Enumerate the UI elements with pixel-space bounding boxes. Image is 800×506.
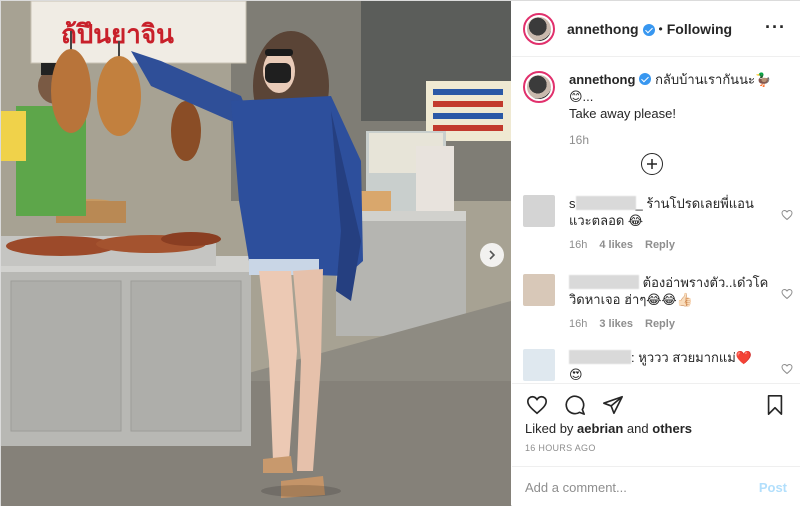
comment-username-tail: _ — [635, 196, 643, 211]
reply-button[interactable]: Reply — [645, 316, 675, 333]
comment-time[interactable]: 16h — [569, 237, 587, 254]
comment-body: ต้องอ่าพรางตัว..เด๋วโควิดหาเจอ ฮ่าๆ😂😂👍🏻 … — [569, 274, 769, 333]
comment-input[interactable] — [525, 480, 759, 495]
reply-button[interactable]: Reply — [645, 237, 675, 254]
comment-meta: 16h 3 likes Reply — [569, 316, 769, 333]
plus-icon — [647, 159, 657, 169]
like-button[interactable] — [525, 393, 549, 417]
author-username[interactable]: annethong — [567, 21, 639, 37]
comment-likes[interactable]: 4 likes — [599, 237, 633, 254]
comment-likes[interactable]: 3 likes — [599, 316, 633, 333]
photo-illustration: ถ้ปึนยาจิน — [1, 1, 511, 506]
svg-text:ถ้ปึนยาจิน: ถ้ปึนยาจิน — [61, 20, 174, 50]
blurred-username — [575, 196, 636, 210]
share-button[interactable] — [601, 393, 625, 417]
comment-time[interactable]: 16h — [569, 316, 587, 333]
post-caption: annethong กลับบ้านเรากันนะ🦆😊... Take awa… — [523, 71, 793, 149]
next-photo-button[interactable] — [480, 243, 504, 267]
comment-avatar[interactable] — [523, 349, 555, 381]
heart-icon[interactable] — [781, 288, 793, 300]
blurred-username — [569, 275, 639, 289]
post-header: annethong • Following ··· — [512, 1, 800, 57]
post-actions: Liked by aebrian and others 16 HOURS AGO… — [512, 383, 800, 506]
instagram-post-frame: ถ้ปึนยาจิน annethong • Following ··· ann… — [0, 0, 800, 506]
comment-body: : หูววว สวยมากแม่❤️ 😍 — [569, 349, 769, 383]
blurred-username — [569, 350, 631, 364]
caption-text-line2: Take away please! — [569, 106, 676, 121]
comment-item: s _ ร้านโปรดเลยพี่แอน แวะตลอด 😂 16h 4 lik… — [523, 195, 793, 254]
separator-dot: • — [658, 21, 663, 36]
liked-by-and: and — [626, 421, 649, 436]
comment-avatar[interactable] — [523, 195, 555, 227]
post-photo[interactable]: ถ้ปึนยาจิน — [1, 1, 511, 506]
caption-avatar[interactable] — [523, 71, 555, 103]
action-icons — [525, 393, 625, 417]
post-side-panel: annethong • Following ··· annethong กลับ… — [512, 1, 800, 506]
caption-timestamp[interactable]: 16h — [569, 132, 793, 149]
liked-by-others[interactable]: others — [652, 421, 692, 436]
liked-by-user[interactable]: aebrian — [577, 421, 623, 436]
bookmark-icon — [767, 395, 783, 415]
heart-icon[interactable] — [781, 209, 793, 221]
liked-by-prefix: Liked by — [525, 421, 574, 436]
comment-emoji: 😍 — [569, 367, 583, 382]
following-button[interactable]: Following — [667, 21, 732, 37]
post-comment-button[interactable]: Post — [759, 480, 787, 495]
comment-button[interactable] — [563, 393, 587, 417]
comment-text: หูววว สวยมากแม่❤️ — [638, 350, 753, 365]
caption-body: annethong กลับบ้านเรากันนะ🦆😊... Take awa… — [569, 71, 793, 149]
caption-username[interactable]: annethong — [569, 72, 635, 87]
load-more-comments-button[interactable] — [641, 153, 663, 175]
verified-badge-icon — [642, 23, 655, 36]
heart-icon[interactable] — [781, 363, 793, 375]
heart-icon — [527, 395, 547, 415]
author-avatar[interactable] — [523, 12, 555, 45]
speech-bubble-icon — [565, 395, 585, 415]
verified-badge-icon — [639, 73, 652, 85]
ellipsis-icon[interactable]: ··· — [765, 17, 786, 38]
comment-meta: 16h 4 likes Reply — [569, 237, 769, 254]
comment-avatar[interactable] — [523, 274, 555, 306]
post-timestamp[interactable]: 16 HOURS AGO — [525, 443, 596, 453]
likes-summary: Liked by aebrian and others — [525, 421, 692, 436]
comment-item: ต้องอ่าพรางตัว..เด๋วโควิดหาเจอ ฮ่าๆ😂😂👍🏻 … — [523, 274, 793, 333]
comment-body: s _ ร้านโปรดเลยพี่แอน แวะตลอด 😂 16h 4 lik… — [569, 195, 769, 254]
comment-username-tail: : — [631, 350, 635, 365]
save-button[interactable] — [763, 393, 787, 417]
paper-plane-icon — [603, 395, 623, 415]
chevron-right-icon — [489, 250, 496, 260]
add-comment-bar: Post — [512, 466, 800, 506]
comment-item: : หูววว สวยมากแม่❤️ 😍 — [523, 349, 793, 383]
